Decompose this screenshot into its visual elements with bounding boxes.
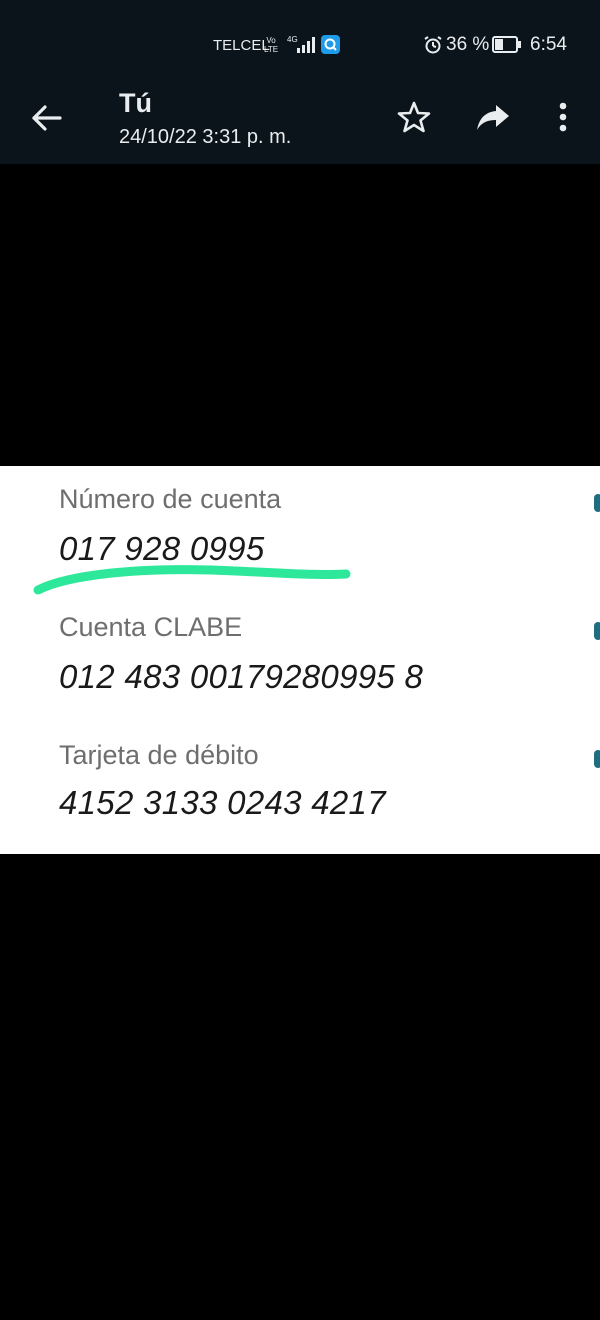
account-number-label: Número de cuenta	[59, 484, 282, 514]
copy-icon-partial	[594, 622, 600, 640]
status-bar: TELCEL Vo LTE 4G 36 % 6:54	[0, 0, 600, 88]
sender-name: Tú	[119, 88, 152, 118]
app-notification-icon	[321, 35, 340, 54]
volte-indicator: Vo LTE	[264, 36, 278, 54]
volte-bottom: LTE	[264, 45, 279, 54]
more-vert-icon[interactable]	[548, 99, 578, 135]
media-viewer-header: Tú 24/10/22 3:31 p. m.	[0, 88, 600, 164]
debit-card-label: Tarjeta de débito	[59, 740, 259, 770]
arrow-left-icon[interactable]	[28, 100, 64, 136]
clabe-value: 012 483 00179280995 8	[59, 658, 424, 695]
volte-top: Vo	[266, 36, 276, 45]
forward-icon[interactable]	[474, 99, 512, 135]
debit-card-value: 4152 3133 0243 4217	[59, 784, 386, 821]
battery-icon	[492, 36, 521, 53]
signal-icon	[297, 37, 315, 53]
highlight-stroke	[33, 565, 351, 595]
message-timestamp: 24/10/22 3:31 p. m.	[119, 126, 292, 148]
clock: 6:54	[530, 34, 567, 55]
battery-percent: 36 %	[446, 34, 490, 55]
carrier-label: TELCEL	[213, 37, 270, 54]
alarm-icon	[424, 36, 442, 54]
star-icon[interactable]	[396, 99, 432, 135]
clabe-label: Cuenta CLABE	[59, 612, 243, 642]
copy-icon-partial	[594, 750, 600, 768]
account-number-value: 017 928 0995	[59, 530, 265, 567]
account-details-card: Número de cuenta 017 928 0995 Cuenta CLA…	[0, 466, 600, 854]
copy-icon-partial	[594, 494, 600, 512]
